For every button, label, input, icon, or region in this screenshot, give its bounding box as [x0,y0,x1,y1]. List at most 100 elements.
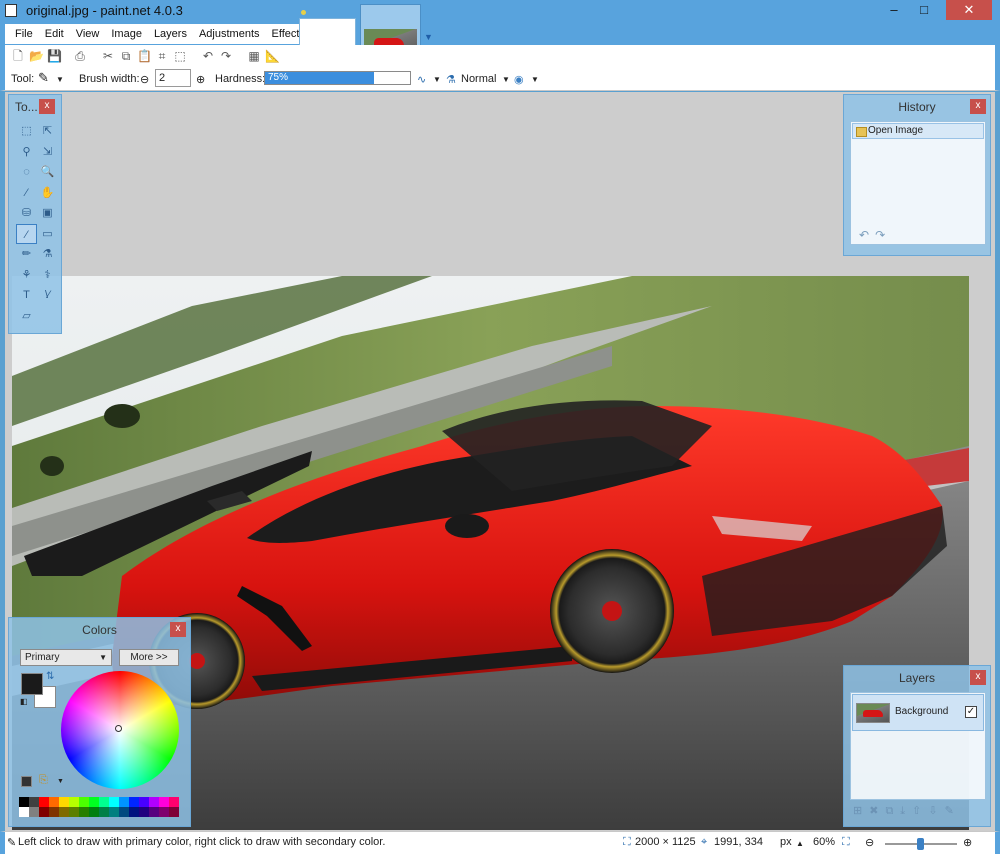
redo-icon[interactable]: ↷ [219,49,233,63]
chevron-down-icon[interactable]: ▼ [57,778,64,785]
new-file-icon[interactable]: 🗋 [11,49,25,63]
delete-layer-icon[interactable]: ✖ [869,805,885,817]
palette-swatch[interactable] [79,797,89,807]
pan-icon[interactable]: ✋ [37,183,58,204]
brush-width-input[interactable]: 2 [155,69,191,87]
zoom-out-icon[interactable]: ⊖ [865,836,874,849]
undo-icon[interactable]: ↶ [201,49,215,63]
palette-swatch[interactable] [149,807,159,817]
zoom-in-icon[interactable]: ⊕ [963,836,972,849]
pencil-icon[interactable]: ✏ [16,244,37,265]
recolor-icon[interactable]: ⚕ [37,265,58,286]
palette-swatch[interactable] [49,797,59,807]
zoom-slider[interactable] [885,838,957,850]
blend-mode-value[interactable]: Normal [461,73,496,85]
units-select[interactable]: px [780,836,792,848]
undo-icon[interactable]: ↶ [859,228,875,242]
color-wheel[interactable] [61,671,179,789]
palette-swatch[interactable] [169,797,179,807]
swap-colors-icon[interactable]: ⇅ [46,671,54,682]
close-button[interactable]: ✕ [946,0,992,20]
close-icon[interactable]: x [970,670,986,685]
minimize-button[interactable]: – [880,0,908,20]
rectangle-select-icon[interactable]: ⬚ [16,121,37,142]
zoom-icon[interactable]: 🔍 [37,162,58,183]
chevron-down-icon[interactable]: ▼ [433,75,441,84]
close-icon[interactable]: x [39,99,55,114]
palette-swatch[interactable] [159,797,169,807]
decrease-icon[interactable]: ⊖ [140,73,149,86]
close-icon[interactable]: x [970,99,986,114]
close-icon[interactable]: x [170,622,186,637]
palette-swatch[interactable] [19,807,29,817]
magic-wand-icon[interactable]: ⁄ [16,183,37,204]
chevron-down-icon[interactable]: ▼ [502,75,510,84]
ellipse-select-icon[interactable]: ◌ [16,162,37,183]
increase-icon[interactable]: ⊕ [196,73,205,86]
paintbrush-icon[interactable]: ✎ [38,70,49,86]
palette-swatch[interactable] [119,807,129,817]
palette-swatch[interactable] [79,807,89,817]
palette-swatch[interactable] [109,807,119,817]
chevron-down-icon[interactable]: ▼ [531,75,539,84]
shapes-icon[interactable]: ▱ [16,306,37,327]
colors-panel-title[interactable]: Colors [9,618,190,642]
palette-swatch[interactable] [59,807,69,817]
palette-swatch[interactable] [169,807,179,817]
layer-row[interactable]: Background ✓ [852,694,984,731]
menu-file[interactable]: File [9,24,39,44]
menu-view[interactable]: View [70,24,106,44]
text-icon[interactable]: T [16,285,37,306]
ruler-icon[interactable]: 📐 [265,49,280,63]
crop-icon[interactable]: ⌗ [155,49,169,63]
palette-swatch[interactable] [59,797,69,807]
history-item[interactable]: Open Image [852,123,984,139]
maximize-button[interactable]: □ [910,0,938,20]
palette-menu-icon[interactable]: ⎘ [39,774,48,787]
palette-swatch[interactable] [39,797,49,807]
chevron-down-icon[interactable]: ▼ [56,75,64,84]
layer-visibility-checkbox[interactable]: ✓ [965,706,977,718]
duplicate-layer-icon[interactable]: ⧉ [885,805,900,817]
menu-layers[interactable]: Layers [148,24,193,44]
zoom-value[interactable]: 60% [813,836,835,848]
move-layer-down-icon[interactable]: ⇩ [928,805,944,817]
chevron-down-icon[interactable]: ▼ [424,32,433,42]
palette-swatch[interactable] [129,807,139,817]
add-layer-icon[interactable]: ⊞ [853,805,869,817]
lasso-select-icon[interactable]: ⚲ [16,142,37,163]
palette-swatch[interactable] [139,797,149,807]
more-colors-button[interactable]: More >> [119,649,179,666]
paintbrush-tool-icon[interactable]: ⁄ [16,223,37,244]
palette-swatch[interactable] [89,807,99,817]
palette-swatch[interactable] [159,807,169,817]
save-icon[interactable]: 💾 [47,49,62,63]
palette-swatch[interactable] [99,807,109,817]
chevron-up-icon[interactable]: ▲ [796,839,804,848]
menu-edit[interactable]: Edit [39,24,70,44]
cut-icon[interactable]: ✂ [101,49,115,63]
move-selected-pixels-icon[interactable]: ⇱ [37,121,58,142]
palette-swatch[interactable] [19,797,29,807]
copy-icon[interactable]: ⧉ [119,49,133,63]
hardness-slider[interactable]: 75% [264,71,411,85]
reset-colors-icon[interactable]: ◧ [20,697,28,706]
palette-swatch-icon[interactable] [21,776,32,787]
palette-swatch[interactable] [29,807,39,817]
palette-swatch[interactable] [39,807,49,817]
grid-icon[interactable]: ▦ [247,49,261,63]
merge-layer-down-icon[interactable]: ⤓ [900,805,912,817]
redo-icon[interactable]: ↷ [875,228,891,242]
paste-icon[interactable]: 📋 [137,49,152,63]
history-panel-title[interactable]: History [844,95,990,119]
selection-mode-icon[interactable]: ◉ [514,73,524,86]
paint-bucket-icon[interactable]: ⛁ [16,203,37,224]
print-icon[interactable]: ⎙ [73,49,87,63]
palette-swatch[interactable] [119,797,129,807]
move-layer-up-icon[interactable]: ⇧ [912,805,928,817]
color-target-select[interactable]: Primary ▼ [20,649,112,666]
eraser-icon[interactable]: ▭ [37,224,58,245]
line-curve-icon[interactable]: \⁄ [37,285,58,306]
clone-stamp-icon[interactable]: ⚘ [16,265,37,286]
palette-swatch[interactable] [99,797,109,807]
